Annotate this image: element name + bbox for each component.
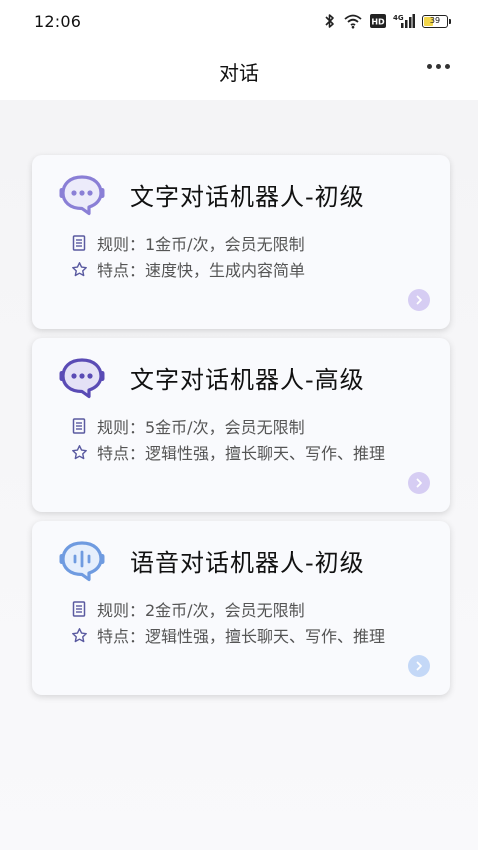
status-time: 12:06 [34,11,82,31]
card-title: 语音对话机器人-初级 [130,549,365,577]
chevron-right-icon[interactable] [408,472,430,494]
battery-icon: 39 [422,14,451,28]
card-feature-text: 特点：速度快，生成内容简单 [97,261,306,280]
more-dot-icon [436,64,441,69]
card-feature-row: 特点：逻辑性强，擅长聊天、写作、推理 [70,440,385,464]
more-dot-icon [445,64,450,69]
document-icon [70,417,88,435]
card-title: 文字对话机器人-高级 [130,366,365,394]
signal-icon: 4G [393,13,415,29]
star-icon [70,626,88,644]
card-rule-text: 规则：5金币/次，会员无限制 [97,418,305,437]
chat-bubble-icon [58,172,106,216]
bluetooth-icon [324,13,336,29]
card-feature-row: 特点：速度快，生成内容简单 [70,257,305,281]
network-label: 4G [393,14,404,22]
voice-bubble-icon [58,538,106,582]
status-icons: HD 4G 39 [324,13,451,29]
wifi-icon [343,13,363,29]
content-area: 文字对话机器人-初级 规则：1金币/次，会员无限制 特点：速度快，生成内容简单 [0,100,478,850]
card-rule-text: 规则：2金币/次，会员无限制 [97,601,305,620]
card-feature-text: 特点：逻辑性强，擅长聊天、写作、推理 [97,627,386,646]
nav-bar: 对话 [0,42,478,100]
battery-level: 39 [429,16,441,25]
status-bar: 12:06 HD 4G 39 [0,0,478,42]
card-rule-row: 规则：5金币/次，会员无限制 [70,414,305,438]
hd-icon: HD [370,14,386,28]
star-icon [70,260,88,278]
card-feature-row: 特点：逻辑性强，擅长聊天、写作、推理 [70,623,385,647]
hd-label: HD [371,18,385,27]
more-options-button[interactable] [427,64,450,69]
chevron-right-icon[interactable] [408,289,430,311]
star-icon [70,443,88,461]
bot-card-text-advanced[interactable]: 文字对话机器人-高级 规则：5金币/次，会员无限制 特点：逻辑性强，擅长聊天、写… [32,338,450,512]
page-title: 对话 [219,60,259,85]
card-title: 文字对话机器人-初级 [130,183,365,211]
bot-card-text-basic[interactable]: 文字对话机器人-初级 规则：1金币/次，会员无限制 特点：速度快，生成内容简单 [32,155,450,329]
chevron-right-icon[interactable] [408,655,430,677]
card-rule-row: 规则：1金币/次，会员无限制 [70,231,305,255]
card-rule-row: 规则：2金币/次，会员无限制 [70,597,305,621]
card-feature-text: 特点：逻辑性强，擅长聊天、写作、推理 [97,444,386,463]
document-icon [70,600,88,618]
card-rule-text: 规则：1金币/次，会员无限制 [97,235,305,254]
document-icon [70,234,88,252]
chat-bubble-icon [58,355,106,399]
bot-card-voice-basic[interactable]: 语音对话机器人-初级 规则：2金币/次，会员无限制 特点：逻辑性强，擅长聊天、写… [32,521,450,695]
more-dot-icon [427,64,432,69]
